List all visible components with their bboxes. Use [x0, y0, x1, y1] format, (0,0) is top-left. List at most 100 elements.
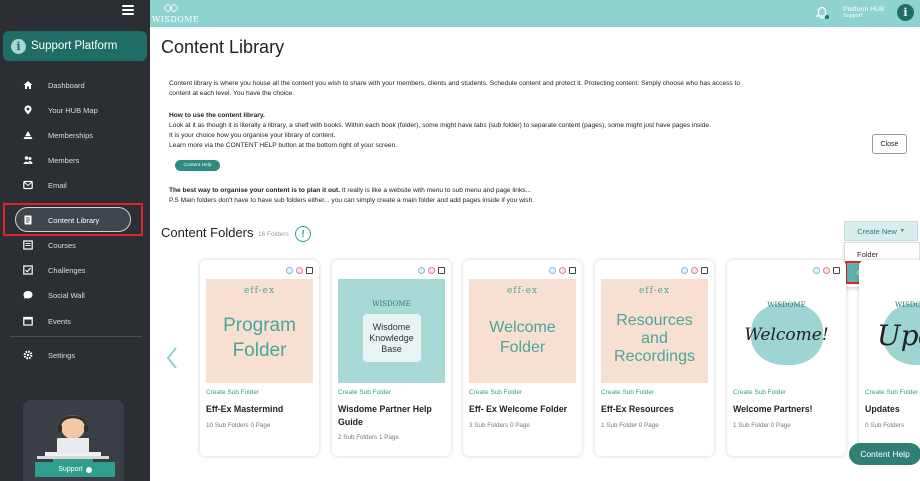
- sidebar-item-social-wall[interactable]: Social Wall: [23, 285, 141, 305]
- lock-icon[interactable]: [559, 267, 566, 274]
- folder-thumbnail: eff-ex Welcome Folder: [469, 279, 576, 383]
- create-new-label: Create New: [857, 226, 897, 236]
- sidebar-item-courses[interactable]: Courses: [23, 235, 141, 255]
- copy-icon[interactable]: [833, 267, 840, 274]
- copy-icon[interactable]: [306, 267, 313, 274]
- sidebar-item-hub-map[interactable]: Your HUB Map: [23, 100, 141, 120]
- hub-title: Platform HUB: [843, 6, 885, 13]
- card-action-icons: [681, 267, 708, 274]
- copy-icon[interactable]: [569, 267, 576, 274]
- sidebar-item-dashboard[interactable]: Dashboard: [23, 75, 141, 95]
- lock-icon[interactable]: [428, 267, 435, 274]
- create-sub-folder-link[interactable]: Create Sub Folder: [338, 389, 391, 396]
- sidebar-item-label: Your HUB Map: [48, 105, 98, 115]
- thumb-text: Folder: [499, 339, 546, 356]
- create-sub-folder-link[interactable]: Create Sub Folder: [865, 389, 918, 396]
- tip-text-2: P.S Main folders don't have to have sub …: [169, 197, 535, 204]
- sidebar-item-members[interactable]: Members: [23, 150, 141, 170]
- card-action-icons: [549, 267, 576, 274]
- folder-name: Wisdome Partner Help Guide: [338, 404, 432, 427]
- tip-bold: The best way to organise your content is…: [169, 187, 341, 194]
- sidebar-item-label: Courses: [48, 240, 76, 250]
- sidebar-item-content-library[interactable]: Content Library: [23, 210, 141, 230]
- create-sub-folder-link[interactable]: Create Sub Folder: [733, 389, 786, 396]
- support-button[interactable]: Support: [35, 462, 115, 477]
- sidebar-item-label: Members: [48, 155, 80, 165]
- platform-brand[interactable]: i Support Platform: [3, 31, 147, 61]
- logo-text: WISDOME: [152, 15, 200, 24]
- tip-rest: It really is like a website with menu to…: [340, 187, 532, 194]
- card-action-icons: [286, 267, 313, 274]
- edit-icon[interactable]: [813, 267, 820, 274]
- wisdome-logo[interactable]: WISDOME: [152, 2, 200, 26]
- intro-text-1: Content library is where you house all t…: [169, 80, 741, 87]
- sidebar-item-settings[interactable]: Settings: [23, 345, 141, 365]
- folder-meta: 10 Sub Folders 0 Page: [206, 422, 271, 429]
- calendar-icon: [23, 316, 33, 326]
- create-sub-folder-link[interactable]: Create Sub Folder: [206, 389, 259, 396]
- folder-card[interactable]: WISDOME Welcome! Create Sub Folder Welco…: [727, 260, 846, 456]
- content-help-small-button[interactable]: Content Help: [175, 160, 220, 171]
- howto-heading: How to use the content library.: [169, 112, 265, 119]
- thumb-text: and: [641, 330, 668, 347]
- create-new-button[interactable]: Create New ▼: [844, 221, 918, 241]
- hub-subtitle: Support: [843, 13, 863, 19]
- lock-icon[interactable]: [296, 267, 303, 274]
- home-icon: [23, 80, 33, 90]
- knowledge-base-box: Wisdome Knowledge Base: [362, 314, 421, 362]
- thumb-text: Wisdome: [372, 321, 411, 332]
- content-help-button[interactable]: Content Help: [849, 443, 920, 465]
- wisdome-mini-logo: WISDOME: [372, 300, 411, 308]
- edit-icon[interactable]: [549, 267, 556, 274]
- carousel-prev-arrow-icon[interactable]: [165, 346, 179, 370]
- sidebar-item-events[interactable]: Events: [23, 311, 141, 331]
- sidebar-item-challenges[interactable]: Challenges: [23, 260, 141, 280]
- thumb-text: Knowledge: [369, 332, 414, 343]
- close-button[interactable]: Close: [872, 134, 907, 154]
- create-sub-folder-link[interactable]: Create Sub Folder: [469, 389, 522, 396]
- folder-card[interactable]: eff-ex Program Folder Create Sub Folder …: [200, 260, 319, 456]
- folder-card[interactable]: eff-ex Resources and Recordings Create S…: [595, 260, 714, 456]
- user-menu-icon[interactable]: i: [897, 4, 914, 21]
- thumb-text: Welcome!: [744, 325, 829, 345]
- sidebar-item-label: Social Wall: [48, 290, 85, 300]
- edit-icon[interactable]: [681, 267, 688, 274]
- copy-icon[interactable]: [438, 267, 445, 274]
- edit-icon[interactable]: [286, 267, 293, 274]
- lock-icon[interactable]: [691, 267, 698, 274]
- sidebar-item-label: Memberships: [48, 130, 94, 140]
- logo-mark-icon: [163, 3, 179, 13]
- folder-thumbnail: WISDOME Welcome!: [733, 279, 840, 383]
- folder-meta: 1 Sub Folder 0 Page: [733, 422, 791, 429]
- create-sub-folder-link[interactable]: Create Sub Folder: [601, 389, 654, 396]
- alert-info-icon[interactable]: !: [295, 226, 311, 242]
- sidebar-item-email[interactable]: Email: [23, 175, 141, 195]
- content-folders-title: Content Folders: [161, 225, 254, 240]
- folder-meta: 1 Sub Folder 0 Page: [601, 422, 659, 429]
- lock-icon[interactable]: [823, 267, 830, 274]
- folder-card[interactable]: WISDOME Upd Create Sub Folder Updates 0 …: [859, 260, 920, 456]
- folder-name: Eff- Ex Welcome Folder: [469, 404, 568, 414]
- tip-text-1: The best way to organise your content is…: [169, 186, 531, 196]
- folder-meta: 0 Sub Folders: [865, 422, 905, 429]
- document-icon: [23, 215, 33, 225]
- gear-icon: [23, 350, 33, 360]
- folder-card[interactable]: eff-ex Welcome Folder Create Sub Folder …: [463, 260, 582, 456]
- thumb-text: Base: [381, 343, 402, 354]
- bell-icon[interactable]: [815, 6, 829, 20]
- folder-card[interactable]: WISDOME Wisdome Knowledge Base Create Su…: [332, 260, 451, 456]
- edit-icon[interactable]: [418, 267, 425, 274]
- intro-text-2: content at each level. You have the choi…: [169, 90, 295, 97]
- sidebar-item-label: Dashboard: [48, 80, 85, 90]
- chat-bubble-icon: [23, 290, 33, 300]
- folder-thumbnail: eff-ex Resources and Recordings: [601, 279, 708, 383]
- sidebar-item-label: Challenges: [48, 265, 86, 275]
- hamburger-menu-icon[interactable]: [122, 5, 134, 15]
- dropdown-item-folder[interactable]: Folder: [857, 250, 878, 259]
- sidebar-item-memberships[interactable]: Memberships: [23, 125, 141, 145]
- folder-name: Welcome Partners!: [733, 404, 813, 414]
- sidebar-item-label: Settings: [48, 350, 76, 360]
- platform-brand-label: Support Platform: [31, 40, 118, 52]
- copy-icon[interactable]: [701, 267, 708, 274]
- page-title: Content Library: [161, 37, 285, 57]
